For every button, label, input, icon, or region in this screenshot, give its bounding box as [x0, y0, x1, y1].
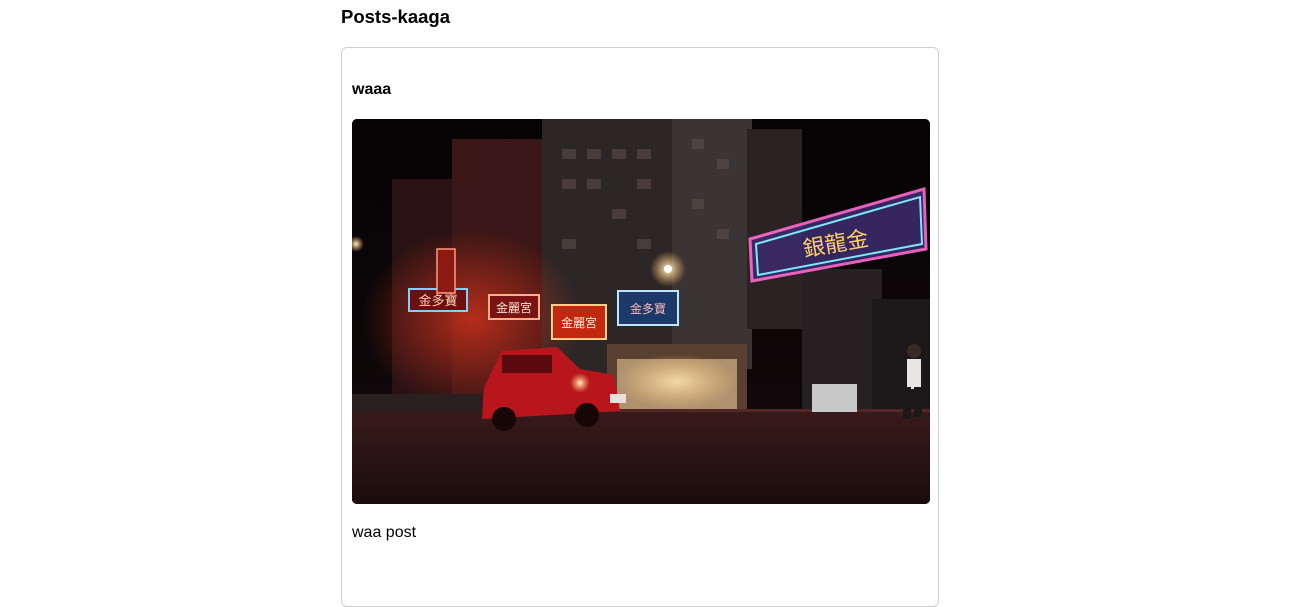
post-title: waaa — [352, 81, 392, 98]
page-title: Posts-kaaga — [341, 6, 450, 27]
neon-sign-4: 金多寶 — [617, 290, 679, 326]
night-street-photo: 金多寶 金麗宮 金麗宮 金多寶 銀龍金 — [352, 119, 930, 504]
neon-sign-2: 金麗宮 — [488, 294, 540, 320]
sign-4-text: 金多寶 — [630, 301, 666, 316]
post-image: 金多寶 金麗宮 金麗宮 金多寶 銀龍金 — [352, 119, 930, 504]
sign-3-text: 金麗宮 — [561, 315, 597, 330]
post-card: waaa 金多寶 金麗宮 金麗宮 金多寶 銀龍金 waa post — [341, 47, 939, 607]
sign-2-text: 金麗宮 — [496, 300, 532, 315]
sign-1-text: 金多寶 — [418, 293, 457, 309]
neon-sign-3: 金麗宮 — [551, 304, 607, 340]
post-body: waa post — [352, 524, 417, 541]
